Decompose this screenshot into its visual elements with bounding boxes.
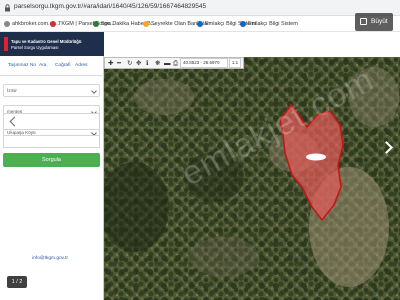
coordinate-readout: 40.8523 - 26.6970 [180, 58, 228, 68]
bookmark-favicon-icon [197, 20, 203, 27]
contact-email-link[interactable]: info@tkgm.gov.tr [32, 256, 68, 261]
pan-icon[interactable]: ✥ [136, 59, 141, 68]
il-select[interactable]: İzmir [3, 84, 100, 97]
bookmark-favicon-icon [143, 20, 149, 27]
browser-url-bar[interactable]: parselsorgu.tkgm.gov.tr/#ara/idari/1640/… [0, 0, 400, 16]
fullscreen-button[interactable]: Büyüt [355, 13, 393, 31]
scale-readout: 1:1 [229, 58, 241, 68]
tab-ara[interactable]: Ara [39, 63, 46, 68]
bookmark-favicon-icon [4, 20, 10, 27]
brand-header: Tapu ve Kadastro Genel Müdürlüğü Parsel … [0, 32, 104, 56]
url-text[interactable]: parselsorgu.tkgm.gov.tr/#ara/idari/1640/… [14, 3, 206, 10]
tab-tasinmaz-no[interactable]: Taşınmaz No [8, 63, 36, 68]
brand-title: Tapu ve Kadastro Genel Müdürlüğü [11, 39, 82, 44]
zoom-out-icon[interactable]: ━ [117, 59, 121, 68]
parcel-label-marker [306, 153, 326, 161]
lock-icon [5, 4, 10, 12]
info-icon[interactable]: ℹ [146, 59, 148, 68]
bookmark-item[interactable]: Emlakçı Bilgi Sistem [240, 19, 298, 29]
bookmarks-bar: ahkbroker.com.cy... TKGM | Parsel Sorgu.… [0, 16, 400, 32]
bookmark-favicon-icon [93, 20, 99, 27]
brand-subtitle: Parsel Sorgu Uygulaması [11, 45, 59, 50]
bookmark-favicon-icon [240, 20, 246, 27]
expand-icon [360, 17, 367, 25]
image-counter: 1 / 2 [7, 276, 27, 288]
measure-icon[interactable]: ▬ [164, 59, 171, 68]
refresh-icon[interactable]: ↻ [127, 59, 132, 68]
query-button[interactable]: Sorgula [3, 153, 100, 167]
bookmark-favicon-icon [50, 20, 56, 27]
zoom-in-icon[interactable]: ✚ [108, 59, 113, 68]
tkgm-logo [4, 37, 8, 51]
screenshot-frame: parselsorgu.tkgm.gov.tr/#ara/idari/1640/… [0, 0, 400, 300]
ada-parsel-input[interactable] [3, 113, 100, 130]
tab-cografi[interactable]: Coğrafi [55, 63, 70, 68]
tab-adres[interactable]: Adres [75, 63, 88, 68]
query-tabs: Taşınmaz No Ara Coğrafi Adres [0, 56, 104, 76]
parsel-no-input[interactable] [3, 135, 100, 148]
chevron-left-icon[interactable] [9, 116, 20, 127]
layers-icon[interactable]: ❋ [155, 59, 160, 68]
chevron-down-icon [91, 88, 97, 94]
print-icon[interactable]: ⎙ [173, 59, 178, 68]
